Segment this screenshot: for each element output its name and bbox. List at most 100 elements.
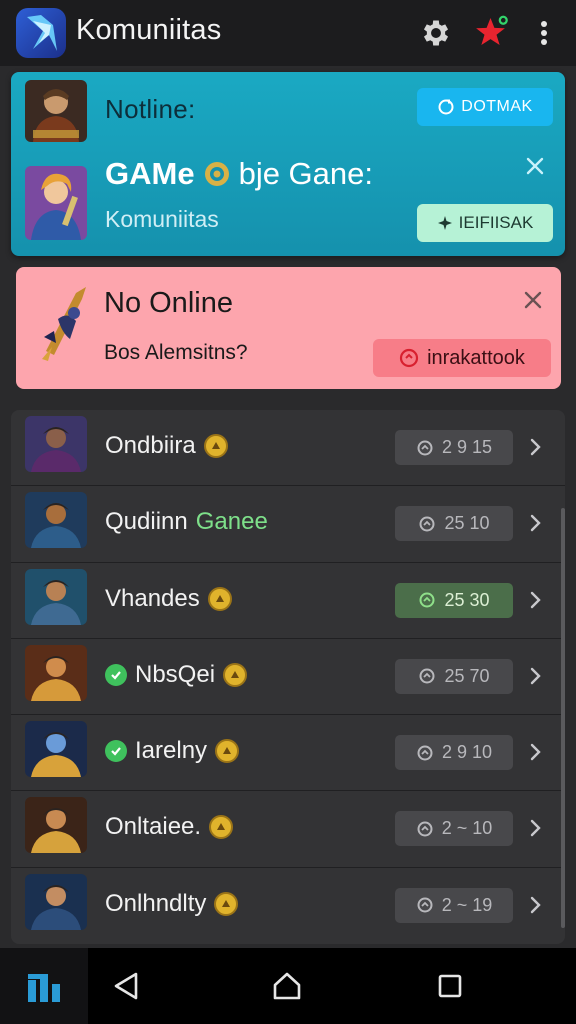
player-count: 2 9 15 [441, 437, 493, 457]
target-icon [204, 162, 229, 186]
player-count-badge[interactable]: 2 9 10 [395, 735, 513, 771]
game-list-item[interactable]: Vhandes 25 30 [11, 563, 565, 639]
online-banner: Notline: DOTMAK GAMe bje Gane: Komuniita… [11, 72, 565, 256]
game-thumbnail [25, 568, 87, 625]
game-thumbnail [25, 797, 87, 854]
more-vert-icon [541, 21, 547, 45]
online-status-label: Notline: [105, 94, 196, 124]
join-button-label: IEIFIISAK [458, 213, 534, 232]
chevron-right-icon [530, 591, 541, 608]
scrollbar[interactable] [561, 508, 565, 928]
home-button[interactable] [267, 966, 307, 1006]
game-name-text: Iarelny [135, 737, 208, 765]
app-launcher-icon [28, 974, 60, 1002]
close-icon [524, 291, 542, 309]
app-title: Komuniitas [76, 14, 222, 46]
player-count: 25 30 [444, 589, 490, 610]
game-name: Vhandes [105, 585, 232, 613]
system-navigation-bar [0, 948, 576, 1024]
banner-title: No Online [104, 287, 233, 319]
player-count: 2 ~ 19 [441, 894, 493, 915]
interact-button-label: inrakattook [427, 346, 525, 369]
open-game-button[interactable] [525, 587, 545, 613]
star-icon [476, 15, 508, 45]
back-triangle-icon [114, 972, 138, 1000]
players-icon [419, 516, 435, 532]
player-count-badge[interactable]: 25 10 [395, 506, 513, 542]
game-thumbnail [25, 166, 87, 240]
chevron-right-icon [530, 820, 541, 837]
game-thumbnail [25, 80, 87, 142]
player-count-badge[interactable]: 25 70 [395, 658, 513, 694]
more-options-button[interactable] [526, 13, 562, 53]
back-button[interactable] [106, 966, 146, 1006]
player-count-badge[interactable]: 2 ~ 10 [395, 811, 513, 847]
refresh-icon [438, 99, 454, 115]
game-name: Qudiinn Ganee [105, 508, 268, 536]
game-list-item[interactable]: Onltaiee. 2 ~ 10 [11, 791, 565, 868]
game-list-item[interactable]: Onlhndlty 2 ~ 19 [11, 868, 565, 944]
open-game-button[interactable] [525, 510, 545, 536]
app-logo[interactable] [16, 8, 66, 58]
game-thumbnail [32, 281, 96, 363]
player-count: 2 9 10 [441, 742, 493, 763]
open-game-button[interactable] [525, 892, 545, 918]
home-app-button[interactable] [0, 948, 88, 1024]
game-name-text: NbsQei [135, 660, 216, 688]
close-banner-button[interactable] [519, 150, 551, 182]
game-list-item[interactable]: Qudiinn Ganee 25 10 [11, 486, 565, 563]
achievement-badge-icon [223, 662, 248, 687]
achievement-badge-icon [207, 586, 232, 611]
game-list-item[interactable]: Iarelny 2 9 10 [11, 715, 565, 792]
game-thumbnail [25, 416, 87, 472]
banner-subtitle: Bos Alemsitns? [104, 341, 248, 364]
open-game-button[interactable] [525, 434, 545, 460]
open-game-button[interactable] [525, 663, 545, 689]
game-name: Onltaiee. [105, 813, 234, 841]
close-banner-button[interactable] [518, 285, 548, 315]
game-name: Iarelny [105, 737, 240, 765]
gear-icon [423, 20, 449, 46]
banner-subtitle: Komuniitas [105, 206, 219, 232]
download-button[interactable]: DOTMAK [417, 88, 553, 126]
game-list-item[interactable]: Ondbiira 2 9 15 [11, 410, 565, 487]
recent-apps-button[interactable] [430, 966, 470, 1006]
player-count-badge[interactable]: 2 9 15 [395, 430, 513, 465]
player-count-badge[interactable]: 25 30 [395, 582, 513, 618]
settings-button[interactable] [416, 13, 456, 53]
achievement-badge-icon [214, 891, 239, 916]
favorite-button[interactable] [472, 13, 512, 53]
player-count: 2 ~ 10 [441, 818, 493, 839]
players-icon [417, 821, 433, 837]
open-game-button[interactable] [525, 739, 545, 765]
game-list-item[interactable]: NbsQei 25 70 [11, 639, 565, 716]
game-name-text: Onltaiee. [105, 813, 202, 841]
game-thumbnail [25, 644, 87, 701]
game-name: NbsQei [105, 660, 248, 689]
game-name-text: Onlhndlty [105, 889, 207, 917]
recent-apps-icon [438, 974, 462, 998]
home-icon [273, 972, 301, 1000]
game-thumbnail [25, 721, 87, 778]
achievement-badge-icon [209, 815, 234, 840]
achievement-badge-icon [203, 434, 228, 458]
close-icon [526, 157, 544, 175]
chevron-right-icon [530, 438, 541, 456]
chevron-right-icon [530, 667, 541, 685]
game-name-text: Qudiinn [105, 508, 188, 536]
player-count: 25 10 [444, 513, 490, 534]
players-icon [417, 745, 433, 761]
players-icon [417, 440, 433, 455]
open-game-button[interactable] [525, 815, 545, 841]
player-count: 25 70 [444, 665, 490, 686]
join-button[interactable]: IEIFIISAK [417, 204, 553, 242]
interact-button[interactable]: inrakattook [373, 339, 551, 377]
game-thumbnail [25, 492, 87, 549]
player-count-badge[interactable]: 2 ~ 19 [395, 887, 513, 923]
banner-headline: GAMe bje Gane: [105, 156, 373, 192]
game-crystal-icon [27, 15, 57, 51]
chevron-right-icon [530, 743, 541, 761]
game-name-text: Ondbiira [105, 432, 196, 459]
online-check-icon [105, 663, 127, 686]
sword-icon [437, 216, 452, 230]
